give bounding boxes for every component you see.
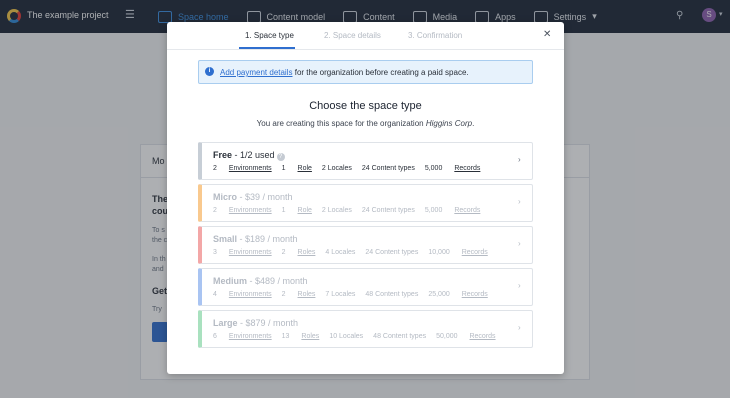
plan-large: Large - $879 / month 6 Environments 13 Ro… [198, 310, 533, 348]
wizard-steps: 1. Space type 2. Space details 3. Confir… [167, 22, 564, 50]
plan-medium: Medium - $489 / month 4 Environments 2 Ro… [198, 268, 533, 306]
step-space-details: 2. Space details [324, 31, 381, 40]
modal-subtitle: You are creating this space for the orga… [167, 119, 564, 128]
notice-text: for the organization before creating a p… [292, 68, 469, 77]
plan-name: Free - 1/2 used? [213, 150, 285, 161]
plan-name: Large - $879 / month [213, 318, 299, 328]
plan-micro: Micro - $39 / month 2 Environments 1 Role… [198, 184, 533, 222]
plan-free[interactable]: Free - 1/2 used? 2 Environments 1 Role 2 L… [198, 142, 533, 180]
chevron-right-icon: › [518, 239, 521, 248]
create-space-modal: 1. Space type 2. Space details 3. Confir… [167, 22, 564, 374]
help-icon[interactable]: ? [276, 153, 285, 161]
active-step-indicator [239, 47, 295, 49]
plan-small: Small - $189 / month 3 Environments 2 Rol… [198, 226, 533, 264]
plan-features: 6 Environments 13 Roles 10 Locales 48 Conte… [213, 333, 496, 340]
close-icon[interactable]: ✕ [543, 29, 551, 40]
chevron-right-icon: › [518, 281, 521, 290]
payment-notice: i Add payment details for the organizati… [198, 60, 533, 84]
plan-name: Small - $189 / month [213, 234, 298, 244]
organization-name: Higgins Corp [425, 119, 473, 128]
modal-title: Choose the space type [309, 100, 422, 112]
plan-name: Medium - $489 / month [213, 276, 308, 286]
add-payment-details-link[interactable]: Add payment details [220, 68, 293, 77]
plan-features: 2 Environments 1 Role 2 Locales 24 Content … [213, 165, 481, 172]
plan-list: Free - 1/2 used? 2 Environments 1 Role 2 L… [198, 142, 533, 352]
subtitle-suffix: . [472, 119, 475, 128]
plan-features: 3 Environments 2 Roles 4 Locales 24 Content… [213, 249, 488, 256]
info-icon: i [205, 67, 214, 76]
subtitle-prefix: You are creating this space for the orga… [256, 119, 426, 128]
plan-features: 4 Environments 2 Roles 7 Locales 48 Content… [213, 291, 488, 298]
step-space-type[interactable]: 1. Space type [245, 31, 294, 40]
chevron-right-icon: › [518, 197, 521, 206]
plan-features: 2 Environments 1 Role 2 Locales 24 Content … [213, 207, 481, 214]
chevron-right-icon: › [518, 323, 521, 332]
step-confirmation: 3. Confirmation [408, 31, 463, 40]
plan-name: Micro - $39 / month [213, 192, 293, 202]
chevron-right-icon: › [518, 155, 521, 164]
